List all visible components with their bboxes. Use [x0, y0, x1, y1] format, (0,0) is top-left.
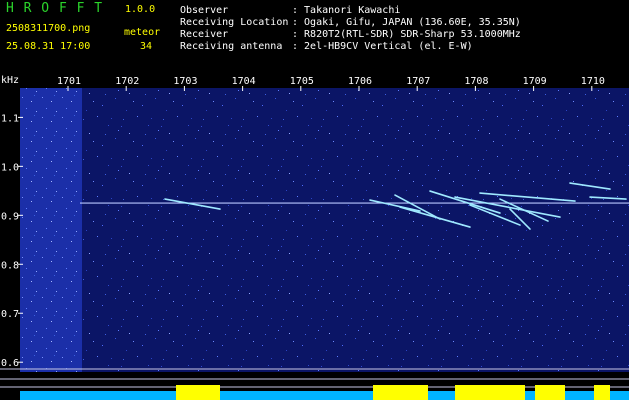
x-tick-label: 1702 [115, 76, 139, 87]
activity-burst [455, 385, 525, 400]
dense-noise-band [20, 88, 82, 372]
x-tick-label: 1707 [406, 76, 430, 87]
date-time: 25.08.31 17:00 [6, 41, 91, 52]
meteor-count: 34 [140, 41, 153, 52]
y-tick-label: 0.7 [1, 309, 19, 320]
noise-field [20, 88, 629, 372]
file-name: 2508311700.png [6, 23, 91, 34]
spectrogram-chart: 1701 1702 1703 1704 1705 1706 1707 1708 1709 1710… [0, 75, 629, 400]
app-version: 1.0.0 [125, 4, 156, 15]
receiver-value: : R820T2(RTL-SDR) SDR-Sharp 53.1000MHz [292, 29, 521, 40]
y-tick-label: 0.8 [1, 260, 19, 271]
x-tick-label: 1709 [523, 76, 547, 87]
app-title: H R O F F T [6, 1, 104, 16]
x-tick-label: 1704 [232, 76, 256, 87]
activity-burst [373, 385, 428, 400]
x-tick-label: 1708 [464, 76, 488, 87]
hrofft-window: H R O F F T 1.0.0 2508311700.png meteor … [0, 0, 629, 400]
y-tick-label: 1.1 [1, 113, 19, 124]
y-tick-label: 0.9 [1, 211, 19, 222]
location-value: : Ogaki, Gifu, JAPAN (136.60E, 35.35N) [292, 17, 521, 28]
meteor-label: meteor [124, 27, 161, 38]
activity-burst [176, 385, 220, 400]
antenna-key: Receiving antenna [180, 41, 283, 52]
x-tick-label: 1703 [173, 76, 197, 87]
location-key: Receiving Location [180, 17, 289, 28]
antenna-value: : 2el-HB9CV Vertical (el. E-W) [292, 41, 473, 52]
observer-value: : Takanori Kawachi [292, 5, 401, 16]
x-tick-label: 1701 [57, 76, 81, 87]
x-tick-label: 1705 [290, 76, 314, 87]
observer-key: Observer [180, 5, 229, 16]
y-tick-label: 0.6 [1, 358, 19, 369]
x-tick-label: 1710 [581, 76, 605, 87]
x-tick-label: 1706 [348, 76, 372, 87]
y-axis-label: kHz [1, 75, 19, 86]
activity-burst [594, 385, 610, 400]
receiver-key: Receiver [180, 29, 229, 40]
activity-burst [535, 385, 565, 400]
y-tick-label: 1.0 [1, 162, 19, 173]
